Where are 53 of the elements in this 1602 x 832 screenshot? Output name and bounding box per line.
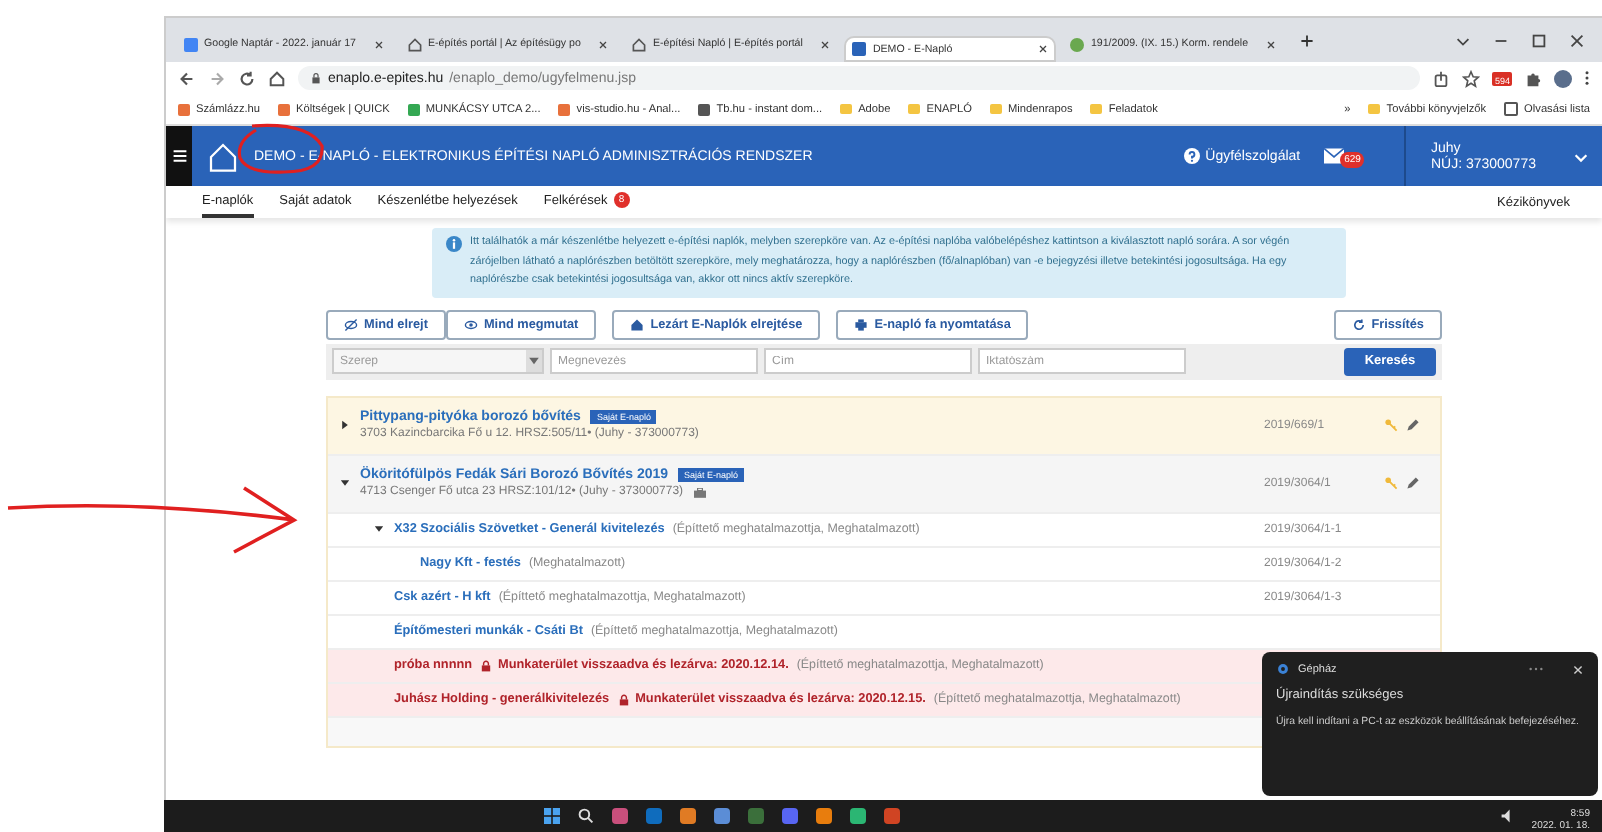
refresh-icon [1351, 317, 1366, 331]
pencil-icon[interactable] [1406, 418, 1420, 432]
app-icon[interactable] [884, 808, 900, 824]
star-icon[interactable] [1462, 69, 1481, 87]
gear-icon [1276, 662, 1290, 676]
lock-icon [480, 659, 493, 671]
app-icon[interactable] [816, 808, 832, 824]
app-icon[interactable] [646, 808, 662, 824]
share-icon[interactable] [1432, 69, 1451, 87]
tab-favicon-icon [852, 42, 867, 56]
more-icon[interactable] [1528, 666, 1544, 672]
puzzle-icon[interactable] [1524, 69, 1542, 87]
eye-icon [463, 317, 478, 331]
chevron-icon[interactable] [372, 522, 386, 536]
app-icon[interactable] [612, 808, 628, 824]
app-icon[interactable] [714, 808, 730, 824]
house-icon [407, 37, 422, 51]
close-icon[interactable] [820, 39, 831, 49]
search-icon[interactable] [578, 808, 594, 824]
close-icon[interactable] [1038, 44, 1049, 54]
reload-icon[interactable] [238, 69, 256, 87]
house-logo-icon[interactable] [208, 141, 238, 171]
caret-icon [526, 350, 542, 372]
new-tab-icon[interactable] [1300, 33, 1315, 47]
chevron-icon[interactable] [338, 418, 352, 432]
pencil-icon[interactable] [1406, 476, 1420, 490]
app-icon[interactable] [850, 808, 866, 824]
close-icon[interactable] [1266, 39, 1277, 49]
home-icon[interactable] [268, 69, 286, 87]
printer-icon [854, 317, 869, 331]
menu-icon [171, 148, 187, 164]
menu-icon[interactable] [1584, 70, 1590, 86]
lock-icon [617, 693, 630, 705]
maximize-icon[interactable] [1530, 31, 1548, 49]
envelope-icon [1324, 148, 1345, 164]
help-icon [1183, 148, 1200, 164]
close-icon[interactable] [1568, 31, 1586, 49]
menu-button[interactable] [166, 126, 192, 186]
app-icon[interactable] [680, 808, 696, 824]
info-icon [446, 236, 462, 252]
globe-icon [1070, 37, 1085, 51]
close-icon[interactable] [598, 39, 609, 49]
chevron-icon[interactable] [338, 476, 352, 490]
app-icon[interactable] [782, 808, 798, 824]
volume-icon[interactable] [1499, 808, 1516, 824]
windows-start-icon[interactable] [544, 808, 560, 824]
tab-favicon-icon [184, 37, 198, 51]
eye-slash-icon [344, 317, 358, 331]
avatar-icon[interactable] [1554, 69, 1572, 87]
house-icon [630, 317, 645, 331]
back-icon[interactable] [178, 69, 196, 87]
house-icon [632, 37, 647, 51]
close-icon[interactable] [373, 39, 384, 49]
